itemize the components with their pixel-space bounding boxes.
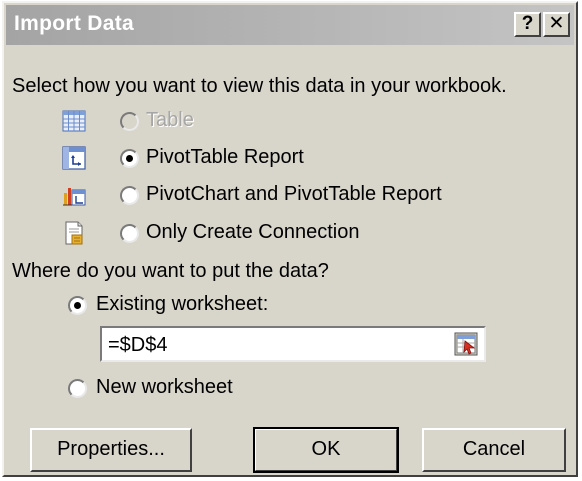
view-prompt: Select how you want to view this data in… [12,75,507,97]
pivotchart-icon [63,188,86,206]
new-worksheet-label: New worksheet [96,376,233,398]
existing-worksheet-label: Existing worksheet: [96,293,269,315]
properties-button[interactable]: Properties... [30,428,192,472]
cell-reference-input[interactable]: =$D$4 [100,326,486,362]
cancel-button[interactable]: Cancel [422,428,566,472]
cell-reference-value: =$D$4 [108,334,168,356]
radio-selected-dot [126,155,133,162]
title-bar[interactable]: Import Data ? ✕ [6,5,574,45]
import-data-dialog: Import Data ? ✕ Select how you want to v… [2,1,578,477]
close-icon: ✕ [548,13,565,34]
connection-icon [65,221,83,245]
radio-pivotchart-report[interactable] [120,186,139,205]
dialog-title: Import Data [14,12,134,35]
option-pivottable-label: PivotTable Report [146,146,304,168]
radio-selected-dot [74,302,81,309]
location-prompt: Where do you want to put the data? [12,260,329,282]
close-button[interactable]: ✕ [543,12,570,37]
option-table-label: Table [146,109,194,131]
collapse-dialog-icon[interactable] [454,332,478,356]
option-pivotchart-label: PivotChart and PivotTable Report [146,183,442,205]
radio-table[interactable] [120,112,139,131]
radio-existing-worksheet[interactable] [68,296,87,315]
help-button[interactable]: ? [514,12,541,37]
ok-button[interactable]: OK [253,427,399,473]
radio-pivottable-report[interactable] [120,149,139,168]
radio-only-create-connection[interactable] [120,224,139,243]
radio-new-worksheet[interactable] [68,379,87,398]
option-connection-label: Only Create Connection [146,221,360,243]
table-icon [62,110,86,132]
pivottable-icon [62,146,86,170]
